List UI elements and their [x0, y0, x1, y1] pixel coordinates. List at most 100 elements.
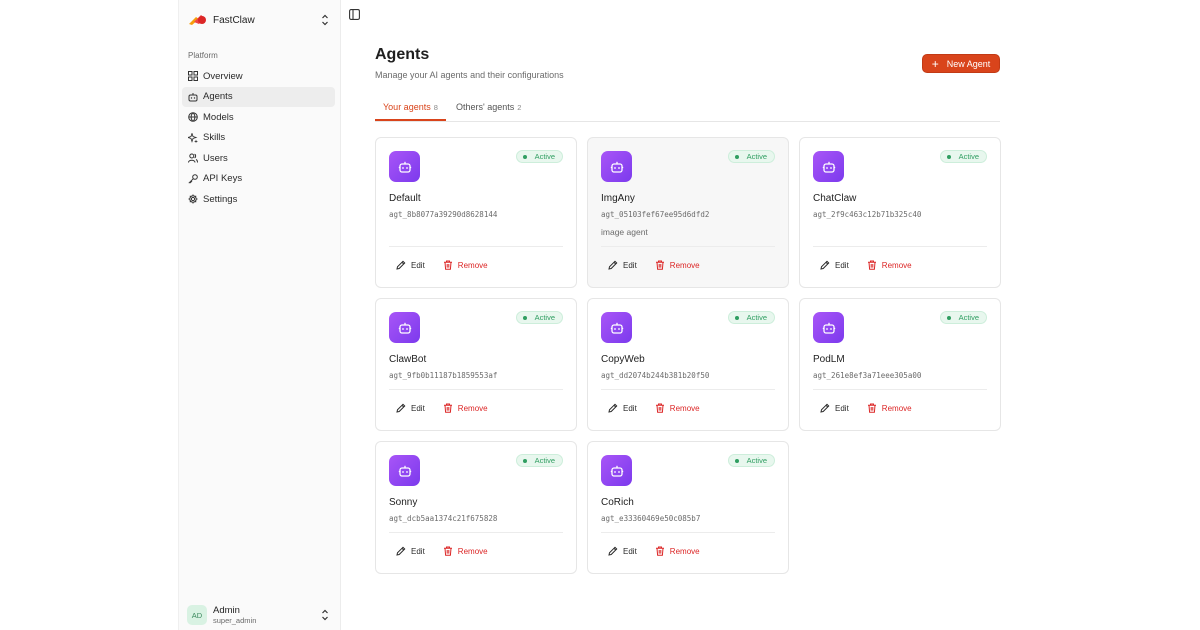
sidebar-item-label: Models	[203, 111, 234, 123]
agent-id: agt_dd2074b244b381b20f50	[601, 371, 710, 380]
sidebar-toggle-icon[interactable]	[349, 9, 360, 20]
agent-card-imgany[interactable]: Active ImgAny agt_05103fef67ee95d6dfd2 i…	[587, 137, 789, 288]
sidebar-item-models[interactable]: Models	[182, 107, 335, 127]
agent-card-sonny[interactable]: Active Sonny agt_dcb5aa1374c21f675828 Ed…	[375, 441, 577, 574]
active-tab-indicator	[375, 119, 446, 121]
card-actions: Edit Remove	[608, 258, 718, 272]
agent-name: ChatClaw	[813, 193, 857, 204]
agent-description: image agent	[601, 227, 648, 237]
status-text: Active	[958, 313, 979, 322]
card-divider	[389, 246, 563, 247]
agent-avatar	[601, 455, 632, 486]
remove-label: Remove	[881, 260, 912, 270]
remove-button[interactable]: Remove	[443, 260, 488, 270]
status-text: Active	[746, 456, 767, 465]
agent-id: agt_05103fef67ee95d6dfd2	[601, 210, 710, 219]
bot-icon	[610, 322, 623, 334]
agent-avatar	[601, 312, 632, 343]
sidebar-item-agents[interactable]: Agents	[182, 86, 335, 107]
sidebar-item-label: Users	[203, 152, 228, 164]
globe-icon	[188, 112, 198, 122]
users-icon	[188, 153, 198, 163]
tab-others-agents[interactable]: Others' agents 2	[456, 102, 521, 122]
agent-card-podlm[interactable]: Active PodLM agt_261e8ef3a71eee305a00 Ed…	[799, 298, 1001, 431]
remove-button[interactable]: Remove	[443, 546, 488, 556]
trash-icon	[867, 260, 876, 270]
new-agent-button[interactable]: + New Agent	[922, 54, 1000, 73]
bot-icon	[610, 161, 623, 173]
remove-label: Remove	[457, 403, 488, 413]
bot-icon	[398, 322, 411, 334]
agent-avatar	[813, 151, 844, 182]
agent-card-chatclaw[interactable]: Active ChatClaw agt_2f9c463c12b71b325c40…	[799, 137, 1001, 288]
card-divider	[601, 389, 775, 390]
agent-card-default[interactable]: Active Default agt_8b8077a39290d8628144 …	[375, 137, 577, 288]
pencil-icon	[608, 260, 618, 270]
gear-icon	[188, 194, 198, 204]
page-title: Agents	[375, 46, 430, 63]
card-divider	[813, 389, 987, 390]
edit-label: Edit	[411, 403, 425, 413]
edit-button[interactable]: Edit	[608, 403, 637, 413]
user-menu[interactable]: AD Admin super_admin	[187, 604, 334, 626]
trash-icon	[655, 403, 664, 413]
agent-name: CoRich	[601, 497, 634, 508]
edit-button[interactable]: Edit	[608, 546, 637, 556]
sidebar-item-overview[interactable]: Overview	[182, 66, 335, 86]
claw-logo-icon	[189, 15, 206, 25]
edit-button[interactable]: Edit	[396, 546, 425, 556]
remove-button[interactable]: Remove	[443, 403, 488, 413]
remove-button[interactable]: Remove	[867, 260, 912, 270]
remove-button[interactable]: Remove	[867, 403, 912, 413]
agent-id: agt_8b8077a39290d8628144	[389, 210, 498, 219]
status-text: Active	[534, 456, 555, 465]
sidebar-item-label: Overview	[203, 70, 243, 82]
remove-button[interactable]: Remove	[655, 546, 700, 556]
pencil-icon	[608, 403, 618, 413]
remove-label: Remove	[669, 403, 700, 413]
avatar: AD	[187, 605, 207, 625]
status-badge: Active	[727, 311, 775, 324]
sidebar-item-label: Settings	[203, 193, 238, 205]
agent-card-copyweb[interactable]: Active CopyWeb agt_dd2074b244b381b20f50 …	[587, 298, 789, 431]
remove-label: Remove	[457, 546, 488, 556]
card-actions: Edit Remove	[820, 401, 930, 415]
status-text: Active	[958, 152, 979, 161]
sidebar-item-skills[interactable]: Skills	[182, 128, 335, 148]
sidebar-item-settings[interactable]: Settings	[182, 189, 335, 209]
sidebar-item-api-keys[interactable]: API Keys	[182, 169, 335, 189]
agent-name: Sonny	[389, 497, 418, 508]
status-badge: Active	[515, 454, 563, 467]
remove-label: Remove	[881, 403, 912, 413]
page-subtitle: Manage your AI agents and their configur…	[375, 70, 564, 80]
brand-switcher[interactable]: FastClaw	[187, 10, 334, 30]
remove-button[interactable]: Remove	[655, 403, 700, 413]
pencil-icon	[396, 260, 406, 270]
card-actions: Edit Remove	[820, 258, 930, 272]
agent-avatar	[389, 312, 420, 343]
edit-button[interactable]: Edit	[820, 260, 849, 270]
remove-button[interactable]: Remove	[655, 260, 700, 270]
sidebar-item-label: API Keys	[203, 173, 243, 184]
agent-avatar	[601, 151, 632, 182]
edit-button[interactable]: Edit	[396, 260, 425, 270]
agent-card-clawbot[interactable]: Active ClawBot agt_9fb0b11187b1859553af …	[375, 298, 577, 431]
edit-button[interactable]: Edit	[608, 260, 637, 270]
bot-icon	[822, 161, 835, 173]
agent-card-corich[interactable]: Active CoRich agt_e33360469e50c085b7 Edi…	[587, 441, 789, 574]
edit-button[interactable]: Edit	[820, 403, 849, 413]
status-dot	[522, 315, 527, 320]
edit-label: Edit	[623, 260, 637, 270]
sidebar-item-label: Agents	[203, 91, 233, 102]
edit-button[interactable]: Edit	[396, 403, 425, 413]
trash-icon	[443, 546, 452, 556]
card-divider	[601, 532, 775, 533]
sidebar-item-users[interactable]: Users	[182, 148, 335, 168]
status-dot	[734, 315, 739, 320]
bot-icon	[610, 465, 623, 477]
agent-avatar	[389, 151, 420, 182]
agent-name: CopyWeb	[601, 354, 645, 365]
card-divider	[389, 532, 563, 533]
section-label-platform: Platform	[188, 51, 218, 60]
edit-label: Edit	[623, 546, 637, 556]
